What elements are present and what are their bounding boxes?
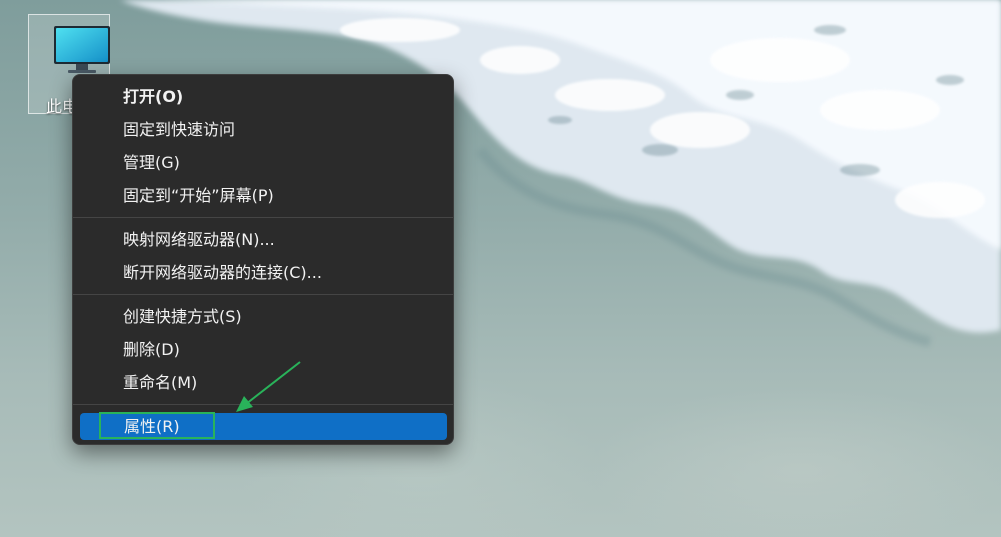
menu-separator xyxy=(73,404,453,405)
menu-item-delete[interactable]: 删除(D) xyxy=(79,334,447,365)
menu-item-label: 管理(G) xyxy=(123,153,180,172)
menu-item-map-network-drive[interactable]: 映射网络驱动器(N)... xyxy=(79,224,447,255)
menu-item-label: 创建快捷方式(S) xyxy=(123,307,242,326)
menu-item-label: 重命名(M) xyxy=(123,373,198,392)
menu-item-label: 固定到“开始”屏幕(P) xyxy=(123,186,274,205)
menu-separator xyxy=(73,217,453,218)
computer-monitor-icon xyxy=(54,26,110,73)
menu-item-label: 断开网络驱动器的连接(C)... xyxy=(123,263,322,282)
menu-item-disconnect-network-drive[interactable]: 断开网络驱动器的连接(C)... xyxy=(79,257,447,288)
menu-item-label: 打开(O) xyxy=(123,87,184,106)
menu-separator xyxy=(73,294,453,295)
menu-item-label: 固定到快速访问 xyxy=(123,120,236,139)
context-menu: 打开(O) 固定到快速访问 管理(G) 固定到“开始”屏幕(P) 映射网络驱动器… xyxy=(72,74,454,445)
menu-item-pin-quick-access[interactable]: 固定到快速访问 xyxy=(79,114,447,145)
menu-item-rename[interactable]: 重命名(M) xyxy=(79,367,447,398)
menu-item-create-shortcut[interactable]: 创建快捷方式(S) xyxy=(79,301,447,332)
menu-item-label: 属性(R) xyxy=(124,417,180,436)
menu-item-manage[interactable]: 管理(G) xyxy=(79,147,447,178)
menu-item-label: 删除(D) xyxy=(123,340,180,359)
menu-item-pin-start[interactable]: 固定到“开始”屏幕(P) xyxy=(79,180,447,211)
menu-item-label: 映射网络驱动器(N)... xyxy=(123,230,275,249)
menu-item-open[interactable]: 打开(O) xyxy=(79,81,447,112)
menu-item-properties[interactable]: 属性(R) xyxy=(80,413,447,440)
